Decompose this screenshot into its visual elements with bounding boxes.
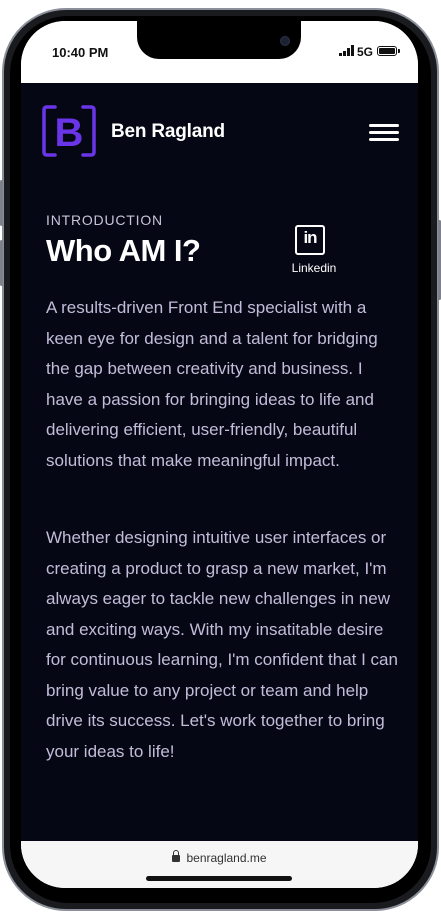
url-text[interactable]: benragland.me — [186, 851, 266, 865]
browser-url-bar[interactable]: benragland.me — [21, 841, 418, 888]
app-page: B Ben Ragland INTRODUCTION Who AM I? in … — [21, 83, 418, 841]
section-title: Who AM I? — [46, 233, 201, 268]
section-eyebrow: INTRODUCTION — [46, 212, 163, 228]
hamburger-menu-icon[interactable] — [369, 124, 399, 142]
status-time: 10:40 PM — [52, 45, 109, 60]
battery-tip — [398, 49, 400, 53]
linkedin-label[interactable]: Linkedin — [283, 261, 345, 275]
logo-letter: B — [55, 111, 84, 155]
battery-icon — [377, 46, 397, 56]
linkedin-glyph: in — [303, 228, 317, 247]
lock-icon — [172, 850, 181, 862]
linkedin-link[interactable]: in Linkedin — [287, 225, 347, 275]
brand-name[interactable]: Ben Ragland — [111, 121, 225, 143]
url-display[interactable]: benragland.me — [21, 850, 418, 865]
intro-paragraph-2: Whether designing intuitive user interfa… — [46, 528, 398, 761]
home-indicator[interactable] — [146, 876, 292, 881]
logo-icon[interactable]: B — [41, 103, 97, 159]
linkedin-icon[interactable]: in — [295, 225, 325, 255]
volume-up-button — [0, 180, 3, 226]
intro-paragraph-1: A results-driven Front End specialist wi… — [46, 298, 378, 470]
volume-down-button — [0, 240, 3, 286]
signal-icon — [339, 45, 354, 56]
front-camera — [280, 36, 290, 46]
phone-screen: 10:40 PM 5G B Ben Ragland INTRODUCTION W… — [21, 21, 418, 888]
status-bar: 10:40 PM 5G — [21, 21, 418, 83]
network-type: 5G — [357, 45, 374, 59]
notch — [137, 21, 301, 59]
